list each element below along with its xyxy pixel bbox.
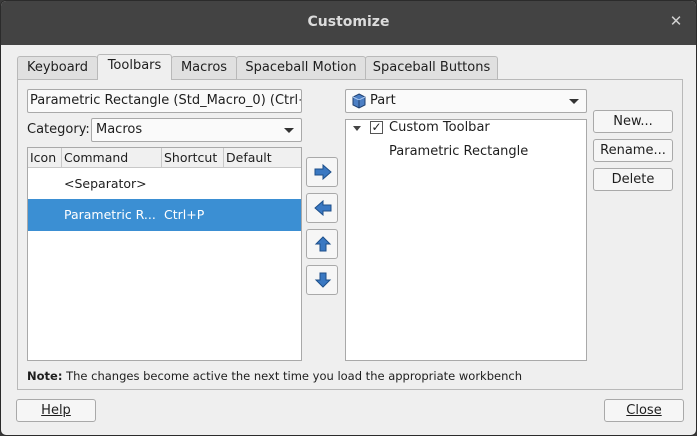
table-row-selected[interactable]: Parametric R... Ctrl+P (28, 199, 301, 231)
chevron-down-icon (284, 128, 294, 133)
part-cube-icon (352, 93, 366, 109)
workbench-value: Part (370, 93, 396, 108)
expand-collapse-icon[interactable] (353, 126, 361, 131)
arrow-left-icon (314, 200, 332, 216)
column-header-default[interactable]: Default (224, 148, 301, 168)
tab-macros[interactable]: Macros (171, 56, 237, 80)
commands-table[interactable]: Icon Command Shortcut Default <Separator… (27, 147, 302, 361)
delete-toolbar-button[interactable]: Delete (593, 168, 673, 191)
arrow-right-icon (314, 164, 332, 180)
close-button[interactable]: Close (604, 399, 684, 422)
category-value: Macros (96, 122, 143, 137)
arrow-up-icon (314, 236, 332, 252)
command-cell: <Separator> (64, 176, 147, 191)
arrow-down-icon (314, 272, 332, 288)
title-bar: Customize ✕ (1, 1, 696, 45)
tab-toolbars[interactable]: Toolbars (97, 54, 172, 80)
tree-item-label: Custom Toolbar (389, 120, 490, 135)
close-icon[interactable]: ✕ (668, 13, 684, 29)
workbench-note: Note: The changes become active the next… (27, 369, 522, 383)
tab-keyboard[interactable]: Keyboard (17, 56, 98, 80)
close-button-label: Close (626, 403, 662, 418)
column-header-shortcut[interactable]: Shortcut (162, 148, 224, 168)
workbench-select[interactable]: Part (345, 89, 587, 113)
category-select[interactable]: Macros (91, 118, 302, 142)
remove-from-toolbar-button[interactable] (306, 193, 338, 223)
shortcut-cell: Ctrl+P (164, 207, 205, 222)
tab-spaceball-motion[interactable]: Spaceball Motion (236, 56, 366, 80)
add-to-toolbar-button[interactable] (306, 157, 338, 187)
table-row[interactable]: <Separator> (28, 168, 301, 200)
new-toolbar-button[interactable]: New... (593, 110, 673, 133)
tree-item-custom-toolbar[interactable]: ✓ Custom Toolbar (346, 117, 584, 139)
move-down-button[interactable] (306, 265, 338, 295)
tree-item-label: Parametric Rectangle (389, 144, 529, 159)
help-button-label: Help (41, 403, 71, 418)
toolbar-checkbox[interactable]: ✓ (370, 121, 383, 134)
rename-toolbar-button[interactable]: Rename... (593, 139, 673, 162)
command-search-value: Parametric Rectangle (Std_Macro_0) (Ctrl… (30, 93, 302, 108)
command-search-combo[interactable]: Parametric Rectangle (Std_Macro_0) (Ctrl… (27, 89, 302, 113)
column-header-command[interactable]: Command (62, 148, 162, 168)
customize-dialog: Customize ✕ Keyboard Toolbars Macros Spa… (0, 0, 697, 436)
move-up-button[interactable] (306, 229, 338, 259)
category-label: Category: (27, 122, 90, 137)
note-label: Note: (27, 369, 63, 383)
note-text: The changes become active the next time … (62, 369, 522, 383)
command-cell: Parametric R... (64, 207, 156, 222)
toolbar-tree[interactable]: ✓ Custom Toolbar Parametric Rectangle (345, 119, 587, 361)
tree-item-command[interactable]: Parametric Rectangle (346, 141, 584, 163)
chevron-down-icon (569, 99, 579, 104)
help-button[interactable]: Help (16, 399, 96, 422)
dialog-title: Customize (307, 14, 390, 30)
column-header-icon[interactable]: Icon (28, 148, 62, 168)
tab-spaceball-buttons[interactable]: Spaceball Buttons (365, 56, 498, 80)
